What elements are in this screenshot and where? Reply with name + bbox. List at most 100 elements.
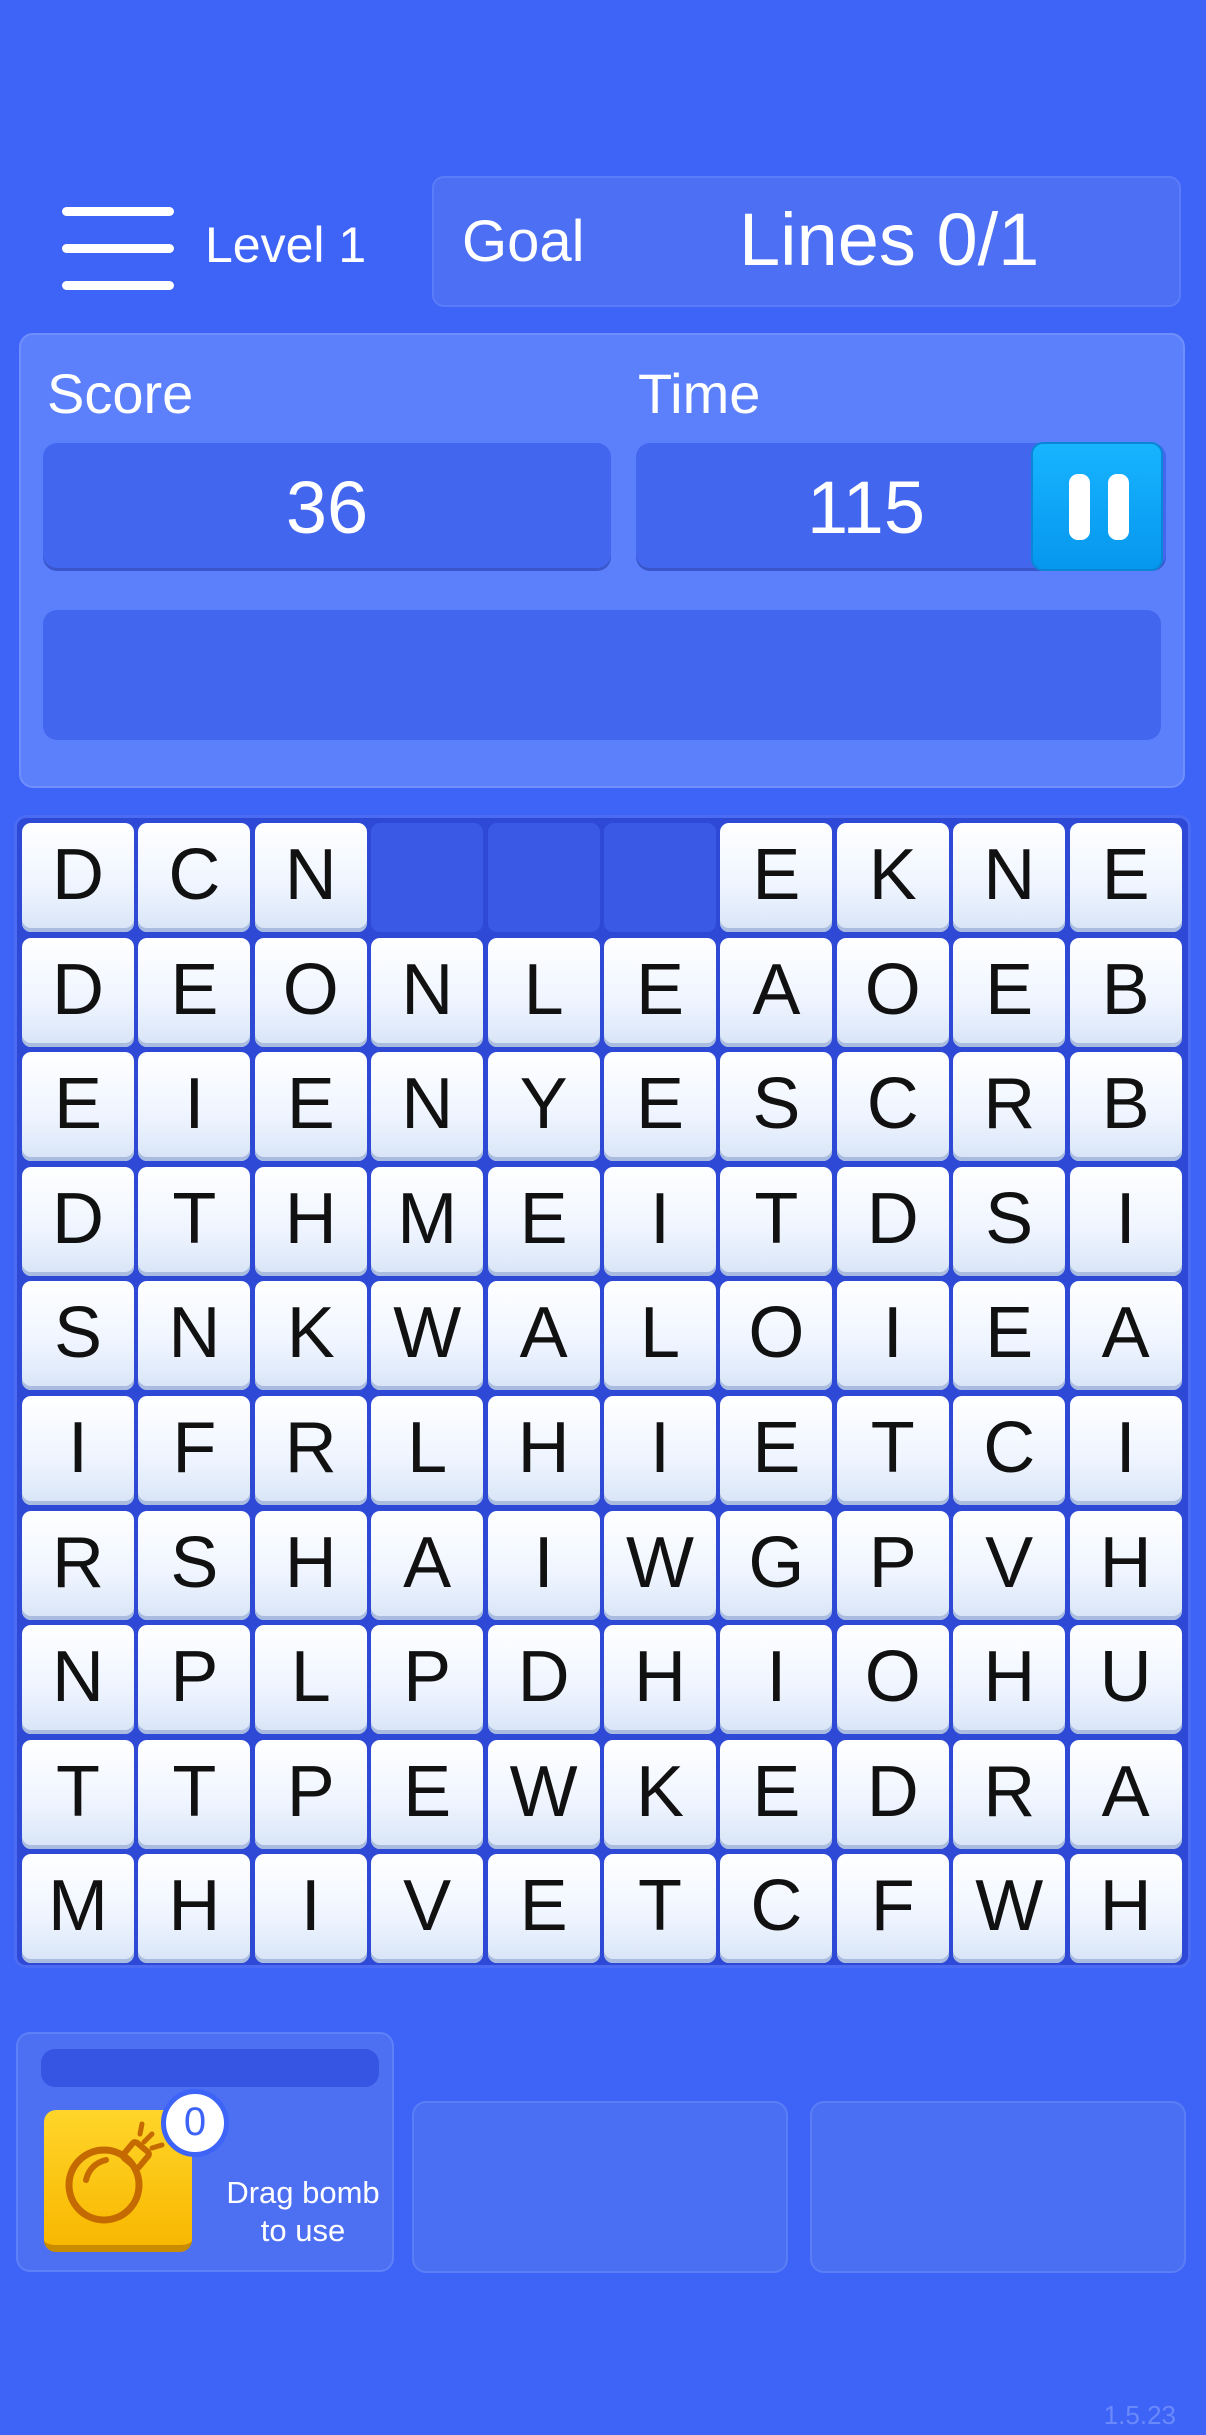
letter-tile[interactable]: P <box>371 1625 484 1735</box>
letter-tile[interactable]: K <box>604 1739 716 1849</box>
letter-tile[interactable]: E <box>487 1166 600 1276</box>
letter-tile[interactable]: I <box>604 1396 716 1505</box>
letter-tile[interactable]: N <box>953 823 1066 932</box>
letter-tile[interactable]: D <box>22 1166 134 1276</box>
letter-tile[interactable]: D <box>22 823 134 932</box>
letter-tile[interactable]: I <box>487 1510 600 1620</box>
letter-tile[interactable]: D <box>836 1166 949 1276</box>
letter-tile[interactable]: B <box>1069 937 1182 1047</box>
letter-tile[interactable]: A <box>720 937 833 1047</box>
letter-tile[interactable]: K <box>836 823 949 932</box>
letter-tile[interactable]: G <box>720 1510 833 1620</box>
letter-tile[interactable]: Y <box>487 1052 600 1162</box>
letter-tile[interactable]: E <box>604 937 716 1047</box>
letter-tile[interactable]: O <box>836 1625 949 1735</box>
letter-tile[interactable]: S <box>720 1052 833 1162</box>
letter-tile[interactable]: H <box>254 1166 367 1276</box>
letter-tile[interactable]: V <box>953 1510 1066 1620</box>
letter-tile[interactable]: E <box>720 1739 833 1849</box>
letter-tile[interactable]: P <box>254 1739 367 1849</box>
letter-tile[interactable]: E <box>953 1281 1066 1391</box>
letter-tile[interactable]: I <box>138 1052 251 1162</box>
letter-tile[interactable]: K <box>254 1281 367 1391</box>
letter-tile[interactable]: T <box>138 1166 251 1276</box>
letter-tile[interactable]: O <box>254 937 367 1047</box>
letter-tile[interactable]: F <box>836 1854 949 1964</box>
letter-tile[interactable]: O <box>720 1281 833 1391</box>
letter-tile[interactable]: P <box>138 1625 251 1735</box>
letter-tile[interactable]: P <box>836 1510 949 1620</box>
letter-tile[interactable]: C <box>836 1052 949 1162</box>
letter-tile[interactable]: H <box>953 1625 1066 1735</box>
letter-tile[interactable]: T <box>836 1396 949 1505</box>
letter-tile[interactable]: T <box>720 1166 833 1276</box>
letter-tile[interactable]: I <box>1069 1396 1182 1505</box>
letter-tile[interactable]: L <box>254 1625 367 1735</box>
letter-tile[interactable]: H <box>138 1854 251 1964</box>
letter-tile[interactable]: E <box>254 1052 367 1162</box>
letter-tile[interactable]: M <box>371 1166 484 1276</box>
empty-cell <box>371 823 484 932</box>
letter-tile[interactable]: A <box>487 1281 600 1391</box>
letter-tile[interactable]: T <box>22 1739 134 1849</box>
letter-tile[interactable]: I <box>604 1166 716 1276</box>
letter-tile[interactable]: T <box>604 1854 716 1964</box>
letter-tile[interactable]: H <box>254 1510 367 1620</box>
letter-tile[interactable]: O <box>836 937 949 1047</box>
letter-tile[interactable]: S <box>953 1166 1066 1276</box>
letter-tile[interactable]: B <box>1069 1052 1182 1162</box>
letter-tile[interactable]: F <box>138 1396 251 1505</box>
letter-tile[interactable]: A <box>1069 1281 1182 1391</box>
letter-tile[interactable]: I <box>254 1854 367 1964</box>
letter-tile[interactable]: E <box>138 937 251 1047</box>
letter-tile[interactable]: S <box>22 1281 134 1391</box>
letter-tile[interactable]: D <box>836 1739 949 1849</box>
letter-tile[interactable]: A <box>1069 1739 1182 1849</box>
letter-tile[interactable]: S <box>138 1510 251 1620</box>
letter-tile[interactable]: N <box>371 937 484 1047</box>
letter-tile[interactable]: H <box>1069 1854 1182 1964</box>
letter-tile[interactable]: I <box>22 1396 134 1505</box>
letter-tile[interactable]: R <box>953 1739 1066 1849</box>
letter-tile[interactable]: L <box>487 937 600 1047</box>
letter-tile[interactable]: H <box>487 1396 600 1505</box>
letter-tile[interactable]: E <box>1069 823 1182 932</box>
letter-tile[interactable]: E <box>604 1052 716 1162</box>
letter-tile[interactable]: E <box>371 1739 484 1849</box>
letter-tile[interactable]: E <box>22 1052 134 1162</box>
letter-tile[interactable]: C <box>720 1854 833 1964</box>
letter-tile[interactable]: A <box>371 1510 484 1620</box>
letter-tile[interactable]: M <box>22 1854 134 1964</box>
letter-tile[interactable]: V <box>371 1854 484 1964</box>
letter-tile[interactable]: I <box>1069 1166 1182 1276</box>
letter-tile[interactable]: E <box>720 1396 833 1505</box>
letter-tile[interactable]: N <box>254 823 367 932</box>
letter-tile[interactable]: I <box>836 1281 949 1391</box>
letter-tile[interactable]: D <box>487 1625 600 1735</box>
letter-tile[interactable]: N <box>22 1625 134 1735</box>
letter-tile[interactable]: R <box>254 1396 367 1505</box>
menu-button[interactable] <box>62 207 174 291</box>
letter-tile[interactable]: R <box>22 1510 134 1620</box>
letter-tile[interactable]: W <box>953 1854 1066 1964</box>
letter-tile[interactable]: H <box>604 1625 716 1735</box>
letter-tile[interactable]: D <box>22 937 134 1047</box>
letter-tile[interactable]: L <box>604 1281 716 1391</box>
letter-tile[interactable]: R <box>953 1052 1066 1162</box>
letter-tile[interactable]: U <box>1069 1625 1182 1735</box>
letter-tile[interactable]: C <box>138 823 251 932</box>
letter-tile[interactable]: E <box>953 937 1066 1047</box>
pause-button[interactable] <box>1031 442 1163 571</box>
letter-tile[interactable]: H <box>1069 1510 1182 1620</box>
letter-tile[interactable]: N <box>138 1281 251 1391</box>
letter-tile[interactable]: W <box>487 1739 600 1849</box>
letter-tile[interactable]: W <box>371 1281 484 1391</box>
letter-tile[interactable]: W <box>604 1510 716 1620</box>
letter-tile[interactable]: I <box>720 1625 833 1735</box>
letter-tile[interactable]: C <box>953 1396 1066 1505</box>
letter-tile[interactable]: E <box>720 823 833 932</box>
letter-tile[interactable]: L <box>371 1396 484 1505</box>
letter-tile[interactable]: T <box>138 1739 251 1849</box>
letter-tile[interactable]: E <box>487 1854 600 1964</box>
letter-tile[interactable]: N <box>371 1052 484 1162</box>
